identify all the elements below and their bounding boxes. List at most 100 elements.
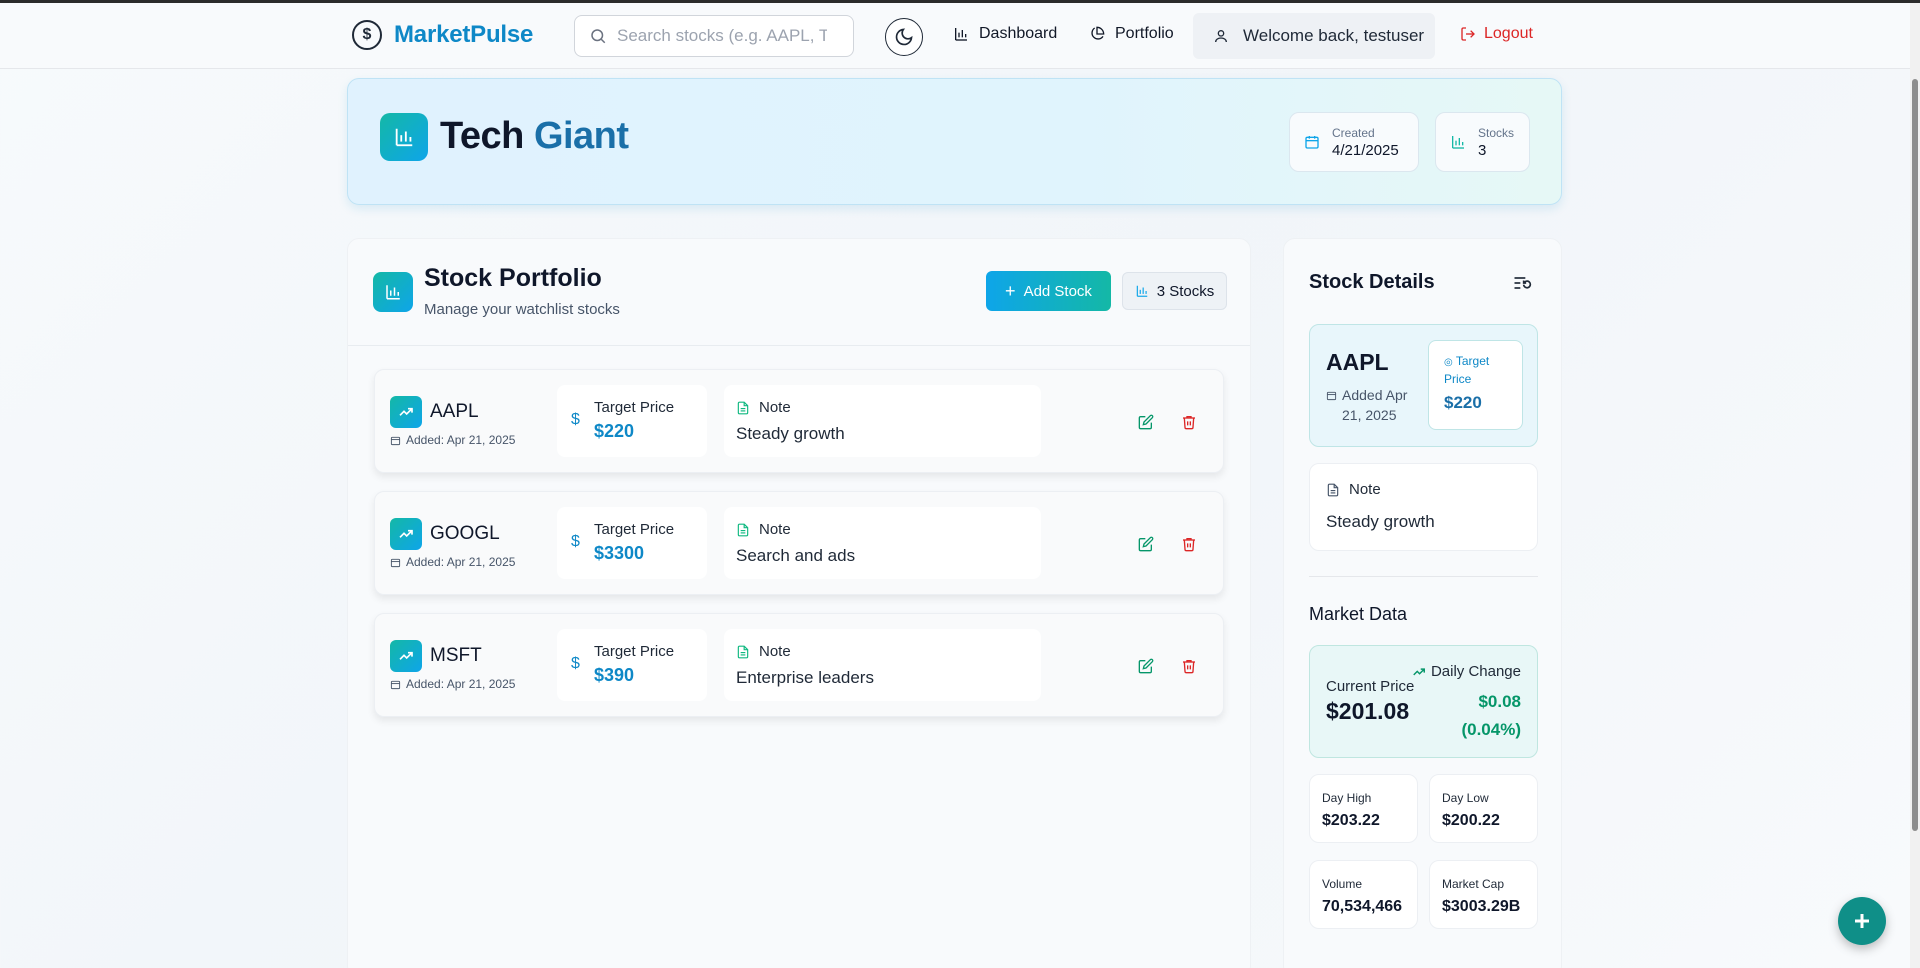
delete-button[interactable]: [1178, 411, 1200, 433]
trending-up-icon: [390, 518, 422, 550]
daily-change-value: $0.08 (0.04%): [1461, 692, 1521, 739]
edit-button[interactable]: [1135, 411, 1157, 433]
note-value: Search and ads: [736, 546, 856, 565]
brand[interactable]: $ MarketPulse: [352, 20, 533, 50]
nav-portfolio-label: Portfolio: [1115, 25, 1174, 42]
bar-chart-icon: [1136, 285, 1147, 297]
volume-value: 70,534,466: [1322, 898, 1403, 915]
price-card: Current Price $201.08 Daily Change $0.08…: [1309, 645, 1538, 758]
stock-details-title: Stock Details: [1309, 271, 1435, 293]
target-price-box: $ Target Price $220: [557, 385, 707, 457]
calendar-icon: [390, 436, 401, 445]
stock-added-date: Added: Apr 21, 2025: [390, 433, 515, 447]
welcome-text: Welcome back, testuser: [1243, 26, 1425, 45]
floating-add-button[interactable]: [1838, 897, 1886, 945]
selected-note-label: Note: [1349, 481, 1381, 498]
target-price-value: $3300: [594, 543, 645, 563]
created-value: 4/21/2025: [1332, 141, 1399, 159]
selected-stock-card: AAPL Added Apr 21, 2025 ◎ Target Price $…: [1309, 324, 1538, 447]
list-sort-icon: [1514, 277, 1532, 289]
add-stock-label: Add Stock: [1023, 282, 1092, 300]
note-value: Steady growth: [736, 424, 845, 443]
target-price-label: Target Price: [594, 521, 675, 538]
search-box[interactable]: [574, 15, 854, 57]
search-icon: [591, 29, 606, 44]
stock-symbol: MSFT: [430, 645, 482, 666]
portfolio-header: Tech Giant Created 4/21/2025 Stocks 3: [347, 78, 1562, 205]
selected-note-value: Steady growth: [1326, 512, 1435, 531]
stock-added-date: Added: Apr 21, 2025: [390, 555, 515, 569]
selected-target-value: $220: [1444, 393, 1482, 412]
bar-chart-icon: [1452, 136, 1464, 149]
current-price-value: $201.08: [1326, 698, 1410, 724]
note-label: Note: [759, 521, 791, 538]
calendar-icon: [1305, 136, 1319, 149]
delete-button[interactable]: [1178, 533, 1200, 555]
dollar-circle-icon: $: [352, 20, 382, 50]
trending-up-icon: [1413, 667, 1425, 675]
target-icon: ◎: [1444, 357, 1453, 368]
stock-count-badge: 3 Stocks: [1122, 272, 1227, 310]
created-label: Created: [1332, 125, 1375, 140]
sort-button[interactable]: [1512, 273, 1532, 293]
calendar-icon: [390, 558, 401, 567]
day-high-value: $203.22: [1322, 812, 1380, 829]
target-price-label: Target Price: [594, 643, 675, 660]
trash-icon: [1183, 416, 1195, 430]
selected-target-box: ◎ Target Price $220: [1428, 340, 1523, 430]
trending-up-icon: [390, 640, 422, 672]
note-value: Enterprise leaders: [736, 668, 874, 687]
portfolio-title-part1: Tech: [440, 115, 524, 157]
stock-portfolio-panel: Stock Portfolio Manage your watchlist st…: [347, 238, 1251, 968]
user-icon: [1215, 30, 1227, 43]
portfolio-panel-header: Stock Portfolio Manage your watchlist st…: [348, 239, 1250, 346]
stock-row[interactable]: GOOGL Added: Apr 21, 2025 $ Target Price…: [374, 491, 1224, 595]
note-box: Note Enterprise leaders: [724, 629, 1041, 701]
trash-icon: [1183, 538, 1195, 552]
nav-dashboard[interactable]: Dashboard: [953, 25, 1057, 43]
document-icon: [1327, 483, 1339, 496]
edit-icon: [1138, 658, 1154, 674]
delete-button[interactable]: [1178, 655, 1200, 677]
target-price-box: $ Target Price $390: [557, 629, 707, 701]
dollar-icon: $: [571, 533, 580, 550]
selected-target-label: ◎ Target Price: [1444, 353, 1514, 387]
nav-portfolio[interactable]: Portfolio: [1089, 25, 1174, 43]
market-cap-card: Market Cap $3003.29B: [1429, 860, 1538, 929]
calendar-icon: [390, 680, 401, 689]
document-icon: [737, 645, 749, 658]
stock-count-label: 3 Stocks: [1156, 282, 1215, 300]
current-price-label: Current Price: [1326, 678, 1415, 695]
stock-row[interactable]: MSFT Added: Apr 21, 2025 $ Target Price …: [374, 613, 1224, 717]
target-price-label: Target Price: [594, 399, 675, 416]
note-box: Note Search and ads: [724, 507, 1041, 579]
user-menu[interactable]: Welcome back, testuser: [1193, 13, 1435, 59]
edit-button[interactable]: [1135, 533, 1157, 555]
edit-button[interactable]: [1135, 655, 1157, 677]
stock-added-date: Added: Apr 21, 2025: [390, 677, 515, 691]
portfolio-title: Tech Giant: [440, 115, 629, 158]
calendar-icon: [1326, 391, 1337, 401]
stocks-label: Stocks: [1478, 125, 1515, 140]
document-icon: [737, 523, 749, 536]
stock-added-text: Added: Apr 21, 2025: [406, 555, 516, 569]
market-cap-label: Market Cap: [1442, 877, 1505, 891]
add-stock-button[interactable]: + Add Stock: [986, 271, 1111, 311]
edit-icon: [1138, 414, 1154, 430]
trash-icon: [1183, 660, 1195, 674]
search-input[interactable]: [617, 26, 827, 46]
logout-icon: [1461, 27, 1475, 41]
stock-added-text: Added: Apr 21, 2025: [406, 433, 516, 447]
selected-stock-added-text: Added Apr 21, 2025: [1342, 387, 1408, 423]
stocks-count-card: Stocks 3: [1435, 112, 1530, 172]
day-low-label: Day Low: [1442, 791, 1489, 805]
scrollbar-thumb[interactable]: [1912, 79, 1918, 831]
market-data-title: Market Data: [1309, 604, 1408, 624]
pie-chart-icon: [1091, 26, 1105, 40]
theme-toggle-button[interactable]: [885, 18, 923, 56]
target-price-box: $ Target Price $3300: [557, 507, 707, 579]
stock-row[interactable]: AAPL Added: Apr 21, 2025 $ Target Price …: [374, 369, 1224, 473]
selected-stock-added: Added Apr 21, 2025: [1326, 385, 1411, 425]
logout-button[interactable]: Logout: [1460, 25, 1533, 43]
navbar: $ MarketPulse Dashboard Portfolio Welcom…: [0, 3, 1910, 69]
